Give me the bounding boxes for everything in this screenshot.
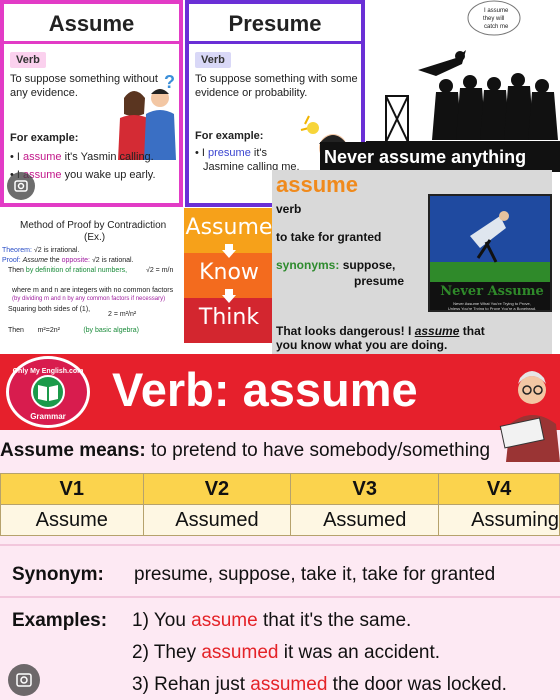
table-row: Assume Assumed Assumed Assuming: [0, 504, 560, 536]
definition-line-1: To suppose something with some: [195, 73, 358, 85]
table-header-cell: V1: [0, 473, 144, 505]
proof-subtitle: (Ex.): [84, 232, 106, 243]
example-item: 3) Rehan just assumed the door was locke…: [132, 674, 507, 695]
divider: [0, 544, 560, 546]
example-1: • I assume it's Yasmin calling.: [10, 151, 154, 163]
dict-pos: verb: [276, 202, 302, 216]
arrow-down-icon: [222, 289, 236, 303]
verb-tag: Verb: [195, 52, 231, 68]
banner-title: Verb: assume: [112, 363, 418, 416]
table-cell: Assumed: [142, 504, 292, 536]
equation-2: 2 = m²/n²: [108, 311, 137, 318]
title-banner: Only My English.com Grammar Verb: assume: [0, 354, 560, 462]
dict-synonym-2: presume: [354, 274, 405, 288]
assume-card-title: Assume: [4, 4, 179, 44]
dictionary-definition: assume verb to take for granted synonyms…: [272, 170, 552, 354]
photo-title: Never Assume: [440, 284, 544, 299]
table-header-cell: V2: [142, 473, 292, 505]
where-line: where m and n are integers with no commo…: [12, 287, 174, 294]
example-1: • I presume it's: [195, 147, 267, 159]
then-line: Then by definition of rational numbers,: [8, 267, 128, 274]
never-assume-photo: Never Assume Never Assume What You're Tr…: [428, 194, 552, 312]
synonym-label: Synonym:: [12, 564, 104, 585]
professor-illustration: [499, 371, 560, 462]
equation-1: √2 = m/n: [146, 267, 174, 274]
photo-caption-2: Unless You're Trying to Prove You're a B…: [447, 306, 537, 311]
table-header-cell: V3: [290, 473, 440, 505]
visual-search-button[interactable]: [7, 172, 35, 200]
proof-title: Method of Proof by Contradiction: [20, 220, 167, 231]
svg-text:?: ?: [164, 74, 175, 92]
algebra-line: Then m²=2n² (by basic algebra): [8, 327, 139, 334]
verb-forms-table: V1 V2 V3 V4 Assume Assumed Assumed Assum…: [0, 473, 560, 536]
theorem-line: Theorem: √2 is irrational.: [2, 247, 80, 254]
examples-label: Examples:: [12, 610, 108, 631]
dict-word: assume: [276, 172, 358, 197]
dict-quote-1: That looks dangerous! I assume that: [276, 324, 485, 338]
squaring-line: Squaring both sides of (1),: [8, 306, 91, 313]
example-heading: For example:: [195, 130, 264, 142]
dict-synonyms: synonyms: suppose,: [276, 258, 396, 272]
logo-bottom-text: Grammar: [30, 412, 66, 421]
proof-line: Proof: Assume the opposite: √2 is ration…: [2, 257, 134, 264]
cliff-cartoon: I assume they will catch me: [366, 0, 560, 150]
arrow-down-icon: [222, 244, 236, 258]
lens-icon: [16, 673, 32, 687]
cartoon-illustration: I assume they will catch me: [366, 0, 560, 143]
definition-line-2: any evidence.: [10, 87, 78, 99]
example-item: 2) They assumed it was an accident.: [132, 642, 441, 663]
site-logo[interactable]: Only My English.com Grammar: [6, 356, 90, 428]
book-icon: Only My English.com Grammar: [13, 368, 84, 421]
meaning-line: Assume means: to pretend to have somebod…: [0, 440, 491, 461]
example-item: 1) You assume that it's the same.: [132, 610, 412, 631]
proof-by-contradiction: Method of Proof by Contradiction (Ex.) T…: [0, 208, 183, 350]
people-illustration: ?: [118, 74, 176, 160]
synonym-text: presume, suppose, take it, take for gran…: [134, 564, 496, 585]
think-word: Think: [184, 298, 274, 343]
never-assume-banner: Never assume anything: [320, 142, 560, 172]
dict-quote-2: you know what you are doing.: [276, 338, 448, 352]
table-cell: Assuming: [438, 504, 560, 536]
example-heading: For example:: [10, 132, 79, 144]
table-header-cell: V4: [438, 473, 560, 505]
lens-icon: [14, 180, 28, 192]
divider: [0, 596, 560, 598]
table-header-row: V1 V2 V3 V4: [0, 473, 560, 505]
table-cell: Assume: [0, 504, 144, 536]
presume-card-title: Presume: [189, 4, 361, 44]
verb-tag: Verb: [10, 52, 46, 68]
table-cell: Assumed: [290, 504, 440, 536]
visual-search-button[interactable]: [8, 664, 40, 696]
logo-top-text: Only My English.com: [13, 368, 84, 375]
definition-line-2: evidence or probability.: [195, 87, 308, 99]
dict-definition: to take for granted: [276, 230, 382, 244]
assume-know-think-graphic: Assume Know Think: [184, 208, 274, 344]
dividing-line: (by dividing m and n by any common facto…: [12, 296, 166, 302]
verb-lesson-card[interactable]: Only My English.com Grammar Verb: assume…: [0, 354, 560, 700]
